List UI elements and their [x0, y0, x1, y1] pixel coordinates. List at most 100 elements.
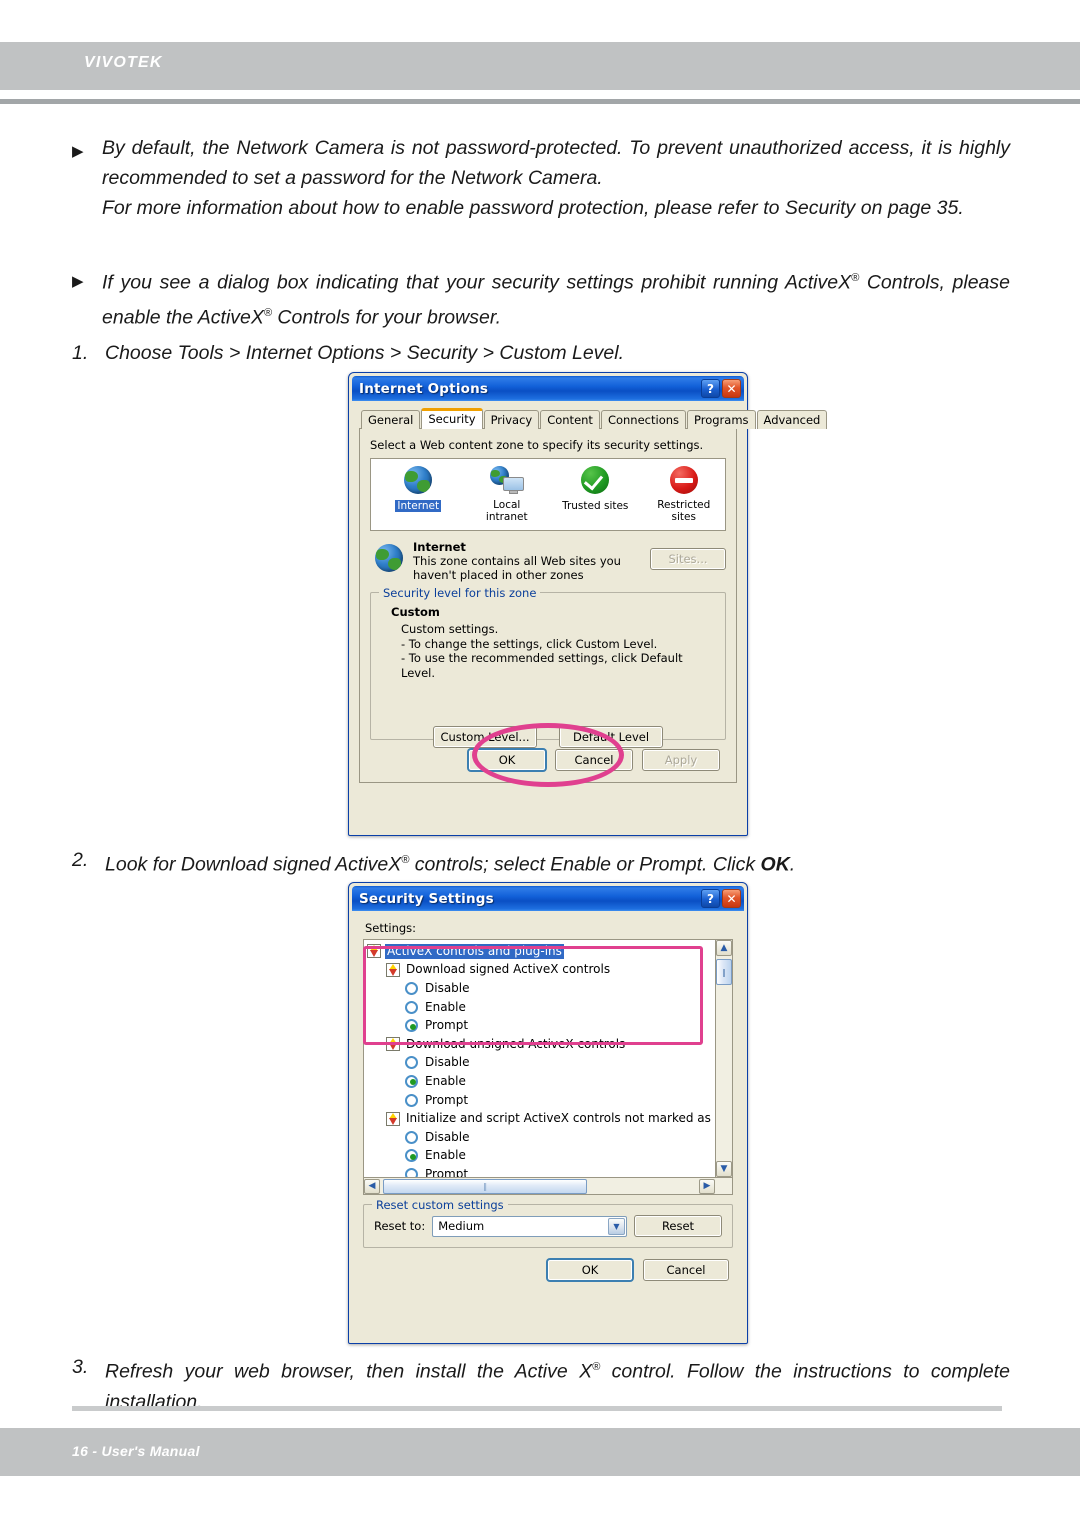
sites-button[interactable]: Sites... — [650, 548, 726, 570]
security-level-group: Security level for this zone Custom Cust… — [370, 586, 726, 748]
zone-internet[interactable]: Internet — [381, 464, 456, 512]
triangle-bullet-icon: ▶ — [72, 143, 84, 160]
zone-local-intranet-label: Local intranet — [485, 499, 528, 523]
radio-label: Disable — [425, 1129, 470, 1144]
radio-label: Prompt — [425, 1018, 469, 1033]
globe-icon — [372, 542, 406, 574]
tab-connections[interactable]: Connections — [600, 410, 687, 429]
activex-icon — [367, 944, 381, 959]
radio-signed-disable[interactable]: Disable — [367, 979, 714, 998]
zone-restricted-sites[interactable]: Restricted sites — [647, 464, 722, 523]
reset-to-select[interactable]: Medium ▼ — [432, 1215, 627, 1237]
globe-icon — [401, 464, 435, 496]
custom-level-button[interactable]: Custom Level... — [433, 726, 537, 748]
scroll-down-arrow-icon[interactable]: ▼ — [716, 1161, 732, 1177]
tree-item-label: Download unsigned ActiveX controls — [406, 1036, 626, 1051]
note-activex-text-a: If you see a dialog box indicating that … — [102, 271, 852, 294]
radio-unsigned-prompt[interactable]: Prompt — [367, 1091, 714, 1110]
security-level-name: Custom — [391, 605, 440, 619]
zone-trusted-sites-label: Trusted sites — [562, 500, 629, 512]
tab-advanced[interactable]: Advanced — [756, 410, 828, 429]
internet-options-body: General Security Privacy Content Connect… — [352, 401, 828, 789]
zone-restricted-sites-label: Restricted sites — [657, 499, 711, 523]
titlebar-buttons: ? ✕ — [701, 379, 741, 398]
internet-options-title: Internet Options — [359, 380, 489, 397]
step-2-number: 2. — [72, 849, 89, 871]
radio-icon-selected — [405, 1019, 418, 1033]
tab-content[interactable]: Content — [540, 410, 600, 429]
security-settings-list[interactable]: ActiveX controls and plug-ins Download s… — [363, 939, 733, 1195]
page-footer-band: 16 - User's Manual — [0, 1428, 1080, 1476]
horizontal-scroll-thumb[interactable]: ‖ — [383, 1178, 588, 1194]
reset-custom-settings-group: Reset custom settings Reset to: Medium ▼… — [363, 1198, 733, 1248]
zone-selector[interactable]: Internet Local intranet Trusted sites Re… — [370, 458, 726, 531]
zone-internet-label: Internet — [395, 500, 442, 512]
apply-button[interactable]: Apply — [642, 749, 720, 771]
radio-label: Prompt — [425, 1092, 469, 1107]
note-activex-text-c: Controls for your browser. — [272, 306, 502, 328]
internet-options-titlebar[interactable]: Internet Options ? ✕ — [352, 376, 744, 401]
radio-unsigned-enable[interactable]: Enable — [367, 1072, 714, 1091]
scroll-up-arrow-icon[interactable]: ▲ — [716, 940, 732, 956]
internet-options-tabs: General Security Privacy Content Connect… — [359, 408, 828, 429]
reset-group-legend: Reset custom settings — [372, 1198, 508, 1212]
note-block-password: ▶ By default, the Network Camera is not … — [72, 133, 1010, 223]
tree-item-initialize-script[interactable]: Initialize and script ActiveX controls n… — [367, 1109, 714, 1128]
zone-local-intranet[interactable]: Local intranet — [470, 464, 545, 523]
step-2-text-b: controls; select Enable or Prompt. Click — [409, 853, 761, 876]
security-settings-list-inner: ActiveX controls and plug-ins Download s… — [364, 940, 714, 1177]
brand-logo-text: VIVOTEK — [84, 54, 163, 71]
tree-item-download-unsigned[interactable]: Download unsigned ActiveX controls — [367, 1035, 714, 1054]
default-level-button[interactable]: Default Level — [559, 726, 663, 748]
radio-signed-prompt[interactable]: Prompt — [367, 1016, 714, 1035]
radio-unsigned-disable[interactable]: Disable — [367, 1054, 714, 1073]
close-icon[interactable]: ✕ — [722, 379, 741, 398]
cancel-button[interactable]: Cancel — [555, 749, 633, 771]
tab-general[interactable]: General — [361, 410, 421, 429]
reset-to-value: Medium — [438, 1219, 485, 1233]
radio-initialize-disable[interactable]: Disable — [367, 1128, 714, 1147]
note-password-line1: By default, the Network Camera is not pa… — [102, 137, 1010, 189]
horizontal-scroll-track[interactable]: ‖ — [380, 1178, 699, 1194]
cancel-button[interactable]: Cancel — [643, 1259, 729, 1281]
page-header-band: VIVOTEK — [0, 42, 1080, 90]
horizontal-scrollbar[interactable]: ◀ ‖ ▶ — [364, 1177, 732, 1194]
reset-button[interactable]: Reset — [634, 1215, 722, 1237]
tab-security[interactable]: Security — [421, 408, 483, 429]
scroll-left-arrow-icon[interactable]: ◀ — [364, 1178, 380, 1194]
zone-detail-desc-line1: This zone contains all Web sites you — [413, 554, 621, 568]
help-icon[interactable]: ? — [701, 889, 720, 908]
help-icon[interactable]: ? — [701, 379, 720, 398]
radio-initialize-prompt[interactable]: Prompt — [367, 1165, 714, 1177]
radio-initialize-enable[interactable]: Enable — [367, 1147, 714, 1166]
step-1-number: 1. — [72, 342, 89, 364]
radio-icon — [405, 1167, 418, 1177]
internet-options-dialog[interactable]: Internet Options ? ✕ General Security Pr… — [348, 372, 828, 836]
zone-hint-text: Select a Web content zone to specify its… — [370, 438, 704, 452]
vertical-scrollbar[interactable]: ▲ ‖ ▼ — [715, 940, 732, 1177]
ok-button[interactable]: OK — [468, 749, 546, 771]
green-check-icon — [578, 464, 612, 496]
tree-item-download-signed[interactable]: Download signed ActiveX controls — [367, 961, 714, 980]
scrollbar-corner — [715, 1177, 732, 1194]
radio-label: Disable — [425, 980, 470, 995]
security-settings-title: Security Settings — [359, 890, 494, 907]
vertical-scroll-thumb[interactable]: ‖ — [716, 959, 732, 985]
ok-button[interactable]: OK — [547, 1259, 633, 1281]
zone-trusted-sites[interactable]: Trusted sites — [558, 464, 633, 512]
close-icon[interactable]: ✕ — [722, 889, 741, 908]
tab-privacy[interactable]: Privacy — [483, 410, 540, 429]
step-3-number: 3. — [72, 1356, 89, 1378]
radio-icon — [405, 1000, 418, 1014]
step-2-text-c: . — [789, 853, 796, 876]
security-settings-dialog[interactable]: Security Settings ? ✕ Settings: ActiveX … — [348, 882, 748, 1344]
radio-icon — [405, 1056, 418, 1070]
tree-item-activex-category[interactable]: ActiveX controls and plug-ins — [367, 942, 714, 961]
chevron-down-icon[interactable]: ▼ — [608, 1217, 625, 1235]
tab-programs[interactable]: Programs — [687, 410, 756, 429]
scroll-right-arrow-icon[interactable]: ▶ — [699, 1178, 715, 1194]
security-settings-titlebar[interactable]: Security Settings ? ✕ — [352, 886, 744, 911]
radio-signed-enable[interactable]: Enable — [367, 998, 714, 1017]
intranet-monitor-icon — [489, 464, 524, 496]
security-level-desc-1: Custom settings. — [401, 622, 499, 636]
